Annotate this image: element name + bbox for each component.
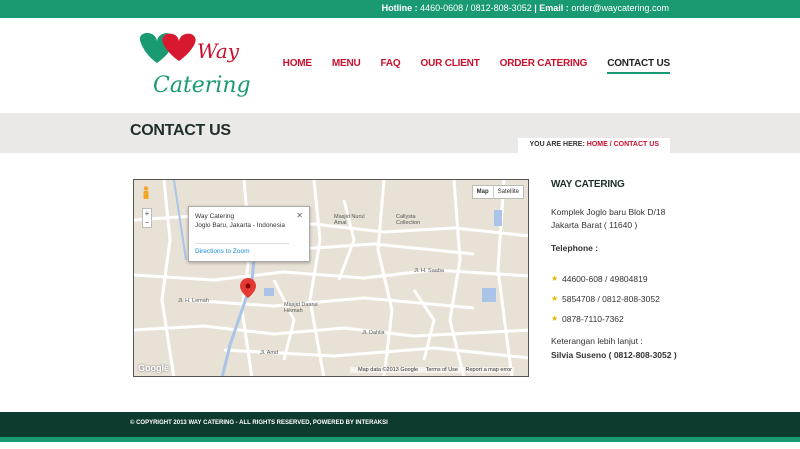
map-type-map[interactable]: Map bbox=[473, 186, 494, 198]
site-header: Way Catering HOME MENU FAQ OUR CLIENT OR… bbox=[0, 18, 800, 113]
breadcrumb-prefix: YOU ARE HERE: bbox=[529, 141, 585, 148]
topbar-separator: | bbox=[534, 3, 537, 13]
map-info-window: Way Catering Joglo Baru, Jakarta - Indon… bbox=[188, 206, 310, 262]
logo-way-text: Way bbox=[197, 39, 240, 63]
map-report-link[interactable]: Report a map error bbox=[466, 367, 512, 373]
map-type-control: Map Satellite bbox=[471, 185, 524, 199]
hotline-value: 4460-0608 / 0812-808-3052 bbox=[420, 3, 532, 13]
map-label-callysta: Callysta Collection bbox=[396, 214, 421, 226]
page-title: CONTACT US bbox=[130, 122, 231, 139]
site-footer: © COPYRIGHT 2013 WAY CATERING - ALL RIGH… bbox=[0, 412, 800, 437]
map-data-text: Map data ©2013 Google bbox=[358, 367, 419, 373]
nav-contact-us[interactable]: CONTACT US bbox=[607, 58, 670, 74]
phone-list: ★ 44600-608 / 49804819 ★ 5854708 / 0812-80… bbox=[551, 274, 681, 324]
map-type-satellite[interactable]: Satellite bbox=[494, 186, 523, 198]
popup-divider bbox=[195, 243, 289, 244]
contact-sidebar: WAY CATERING Komplek Joglo baru Blok D/1… bbox=[551, 179, 681, 362]
email-label: Email : bbox=[539, 3, 569, 13]
breadcrumb: YOU ARE HERE: HOME / CONTACT US bbox=[518, 138, 670, 153]
nav-menu[interactable]: MENU bbox=[332, 58, 361, 74]
logo-catering-text: Catering bbox=[153, 73, 251, 98]
contact-person: Silvia Suseno ( 0812-808-3052 ) bbox=[551, 350, 677, 360]
phone-number: 44600-608 / 49804819 bbox=[562, 274, 648, 284]
top-bar: Hotline : 4460-0608 / 0812-808-3052 | Em… bbox=[0, 0, 800, 18]
location-map[interactable]: + − Map Satellite Way Catering Joglo Bar… bbox=[133, 179, 529, 377]
nav-faq[interactable]: FAQ bbox=[381, 58, 401, 74]
star-icon: ★ bbox=[551, 314, 559, 323]
phone-number: 0878-7110-7362 bbox=[562, 314, 624, 324]
map-attribution: Map data ©2013 Google Terms of Use Repor… bbox=[350, 367, 514, 373]
map-zoom-control: + − bbox=[142, 208, 152, 228]
map-terms-link[interactable]: Terms of Use bbox=[426, 367, 458, 373]
zoom-in-button[interactable]: + bbox=[143, 209, 151, 218]
info-label: Keterangan lebih lanjut : bbox=[551, 336, 643, 346]
zoom-out-button[interactable]: − bbox=[143, 218, 151, 227]
popup-title: Way Catering bbox=[195, 213, 235, 220]
list-item: ★ 0878-7110-7362 bbox=[551, 314, 681, 324]
main-nav: HOME MENU FAQ OUR CLIENT ORDER CATERING … bbox=[263, 58, 670, 74]
nav-home[interactable]: HOME bbox=[283, 58, 312, 74]
nav-order-catering[interactable]: ORDER CATERING bbox=[500, 58, 588, 74]
sidebar-address: Komplek Joglo baru Blok D/18 Jakarta Bar… bbox=[551, 207, 666, 230]
map-label-masjid-nurul: Masjid Nurul Amal bbox=[334, 214, 365, 226]
nav-our-client[interactable]: OUR CLIENT bbox=[421, 58, 480, 74]
popup-directions-link[interactable]: Directions to Zoom bbox=[195, 248, 250, 255]
star-icon: ★ bbox=[551, 274, 559, 283]
footer-copyright: © COPYRIGHT 2013 WAY CATERING - ALL RIGH… bbox=[130, 420, 388, 426]
map-label-masjid-daarul: Masjid Daarul Hikmah bbox=[284, 302, 318, 314]
list-item: ★ 5854708 / 0812-808-3052 bbox=[551, 294, 681, 304]
map-label-lemah: Jl. H. Lemah bbox=[178, 298, 209, 304]
footer-accent-line bbox=[0, 437, 800, 442]
map-label-amd: Jl. Amd bbox=[260, 350, 279, 356]
telephone-label: Telephone : bbox=[551, 243, 599, 253]
sidebar-heading: WAY CATERING bbox=[551, 179, 625, 190]
star-icon: ★ bbox=[551, 294, 559, 303]
popup-address: Joglo Baru, Jakarta - Indonesia bbox=[195, 222, 285, 229]
street-view-pegman-icon[interactable] bbox=[142, 186, 150, 200]
google-logo[interactable]: Google bbox=[138, 363, 169, 373]
hotline-label: Hotline : bbox=[381, 3, 418, 13]
email-link[interactable]: order@waycatering.com bbox=[571, 3, 669, 13]
breadcrumb-current: CONTACT US bbox=[613, 141, 659, 148]
popup-close-icon[interactable]: ✕ bbox=[296, 211, 303, 220]
phone-number: 5854708 / 0812-808-3052 bbox=[562, 294, 660, 304]
map-label-saaba: Jl. H. Saaba bbox=[414, 268, 444, 274]
list-item: ★ 44600-608 / 49804819 bbox=[551, 274, 681, 284]
page-title-bar: CONTACT US YOU ARE HERE: HOME / CONTACT … bbox=[0, 113, 800, 153]
breadcrumb-separator: / bbox=[609, 141, 612, 148]
breadcrumb-home[interactable]: HOME bbox=[587, 141, 608, 148]
map-label-dahlia: Jl. Dahlia bbox=[362, 330, 385, 336]
site-logo[interactable]: Way Catering bbox=[133, 32, 251, 108]
